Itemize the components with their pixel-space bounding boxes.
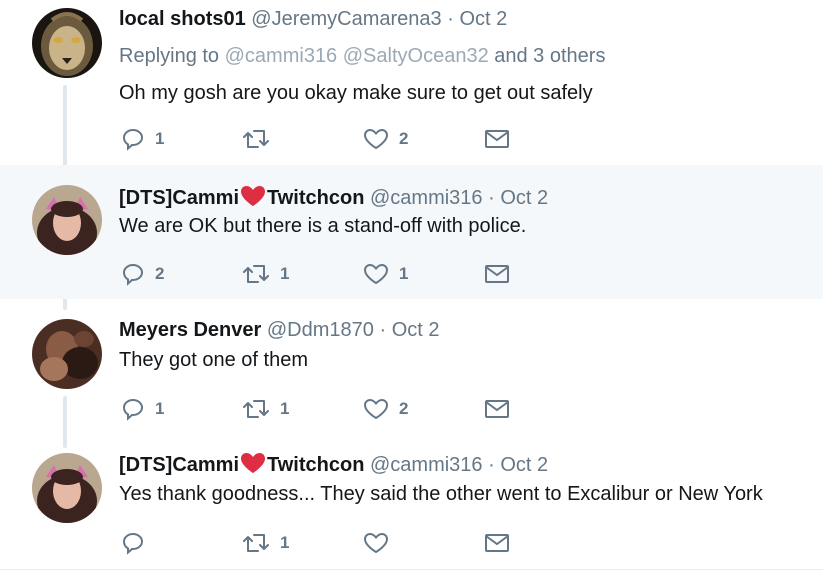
- tweet-date[interactable]: Oct 2: [500, 187, 548, 209]
- like-count: 2: [399, 129, 409, 148]
- tweet[interactable]: [DTS]Cammi Twitchcon @cammi316 · Oct 2 We…: [0, 165, 823, 299]
- reply-count: 1: [155, 399, 165, 418]
- envelope-icon: [485, 130, 509, 148]
- replying-label: Replying to: [119, 45, 220, 67]
- tweet-date[interactable]: Oct 2: [392, 319, 440, 341]
- avatar[interactable]: [32, 185, 102, 255]
- mention-link[interactable]: @cammi316: [225, 45, 338, 67]
- reply-icon: [122, 263, 144, 286]
- display-name[interactable]: Meyers Denver: [119, 319, 261, 341]
- like-button[interactable]: [363, 528, 399, 558]
- tweet-text: Oh my gosh are you okay make sure to get…: [119, 82, 593, 104]
- direct-message-button[interactable]: [484, 259, 510, 289]
- like-count: 2: [399, 399, 409, 418]
- retweet-count: 1: [280, 533, 290, 552]
- reply-button[interactable]: 2: [121, 259, 164, 289]
- tweet-date[interactable]: Oct 2: [500, 454, 548, 476]
- tweet-header: [DTS]Cammi Twitchcon @cammi316 · Oct 2: [119, 185, 548, 210]
- tweet-text: They got one of them: [119, 349, 309, 371]
- retweet-button[interactable]: 1: [242, 528, 289, 558]
- reply-button[interactable]: 1: [121, 124, 164, 154]
- retweet-button[interactable]: 1: [242, 259, 289, 289]
- reply-icon: [122, 398, 144, 421]
- reply-button[interactable]: 1: [121, 394, 164, 424]
- separator-dot: ·: [447, 8, 454, 30]
- tweet-header: local shots01 @JeremyCamarena3 · Oct 2: [119, 7, 507, 31]
- mention-link[interactable]: @SaltyOcean32: [343, 45, 489, 67]
- tweet-header: [DTS]Cammi Twitchcon @cammi316 · Oct 2: [119, 452, 548, 477]
- retweet-count: 1: [280, 264, 290, 283]
- like-button[interactable]: 1: [363, 259, 408, 289]
- avatar[interactable]: [32, 453, 102, 523]
- tweet-header: Meyers Denver @Ddm1870 · Oct 2: [119, 318, 440, 342]
- display-name[interactable]: [DTS]Cammi Twitchcon: [119, 453, 364, 476]
- direct-message-button[interactable]: [484, 528, 510, 558]
- separator-dot: ·: [488, 187, 495, 209]
- display-name[interactable]: [DTS]Cammi Twitchcon: [119, 186, 364, 209]
- avatar[interactable]: [32, 319, 102, 389]
- like-button[interactable]: 2: [363, 394, 408, 424]
- tweet-actions: 1 1 2: [121, 394, 521, 424]
- retweet-count: 1: [280, 399, 290, 418]
- tweet-actions: 1 2: [121, 124, 521, 154]
- envelope-icon: [485, 265, 509, 283]
- user-handle[interactable]: @JeremyCamarena3: [251, 8, 441, 30]
- tweet[interactable]: local shots01 @JeremyCamarena3 · Oct 2 R…: [0, 0, 823, 165]
- tweet-text: Yes thank goodness... They said the othe…: [119, 483, 763, 505]
- user-handle[interactable]: @cammi316: [370, 454, 483, 476]
- reply-button[interactable]: [121, 528, 155, 558]
- red-heart-emoji-icon: [241, 453, 266, 473]
- retweet-icon: [243, 400, 269, 418]
- tweet-text: We are OK but there is a stand-off with …: [119, 215, 527, 237]
- tweet-date[interactable]: Oct 2: [459, 8, 507, 30]
- direct-message-button[interactable]: [484, 394, 510, 424]
- envelope-icon: [485, 400, 509, 418]
- tweet-actions: 1: [121, 528, 521, 558]
- reply-count: 1: [155, 129, 165, 148]
- avatar[interactable]: [32, 8, 102, 78]
- retweet-button[interactable]: 1: [242, 394, 289, 424]
- retweet-icon: [243, 265, 269, 283]
- tweet-actions: 2 1 1: [121, 259, 521, 289]
- reply-icon: [122, 532, 144, 555]
- user-handle[interactable]: @cammi316: [370, 187, 483, 209]
- direct-message-button[interactable]: [484, 124, 510, 154]
- like-count: 1: [399, 264, 409, 283]
- tweet[interactable]: [DTS]Cammi Twitchcon @cammi316 · Oct 2 Ye…: [0, 433, 823, 571]
- display-name[interactable]: local shots01: [119, 8, 246, 30]
- heart-icon: [363, 128, 389, 150]
- bottom-divider: [0, 569, 823, 570]
- heart-icon: [363, 398, 389, 420]
- separator-dot: ·: [488, 454, 495, 476]
- reply-icon: [122, 128, 144, 151]
- retweet-button[interactable]: [242, 124, 280, 154]
- like-button[interactable]: 2: [363, 124, 408, 154]
- others-link[interactable]: and 3 others: [494, 45, 605, 67]
- replying-to: Replying to @cammi316 @SaltyOcean32 and …: [119, 44, 605, 68]
- separator-dot: ·: [379, 319, 387, 341]
- heart-icon: [363, 532, 389, 554]
- reply-count: 2: [155, 264, 165, 283]
- heart-icon: [363, 263, 389, 285]
- tweet[interactable]: Meyers Denver @Ddm1870 · Oct 2 They got …: [0, 299, 823, 433]
- user-handle[interactable]: @Ddm1870: [267, 319, 374, 341]
- retweet-icon: [243, 130, 269, 148]
- red-heart-emoji-icon: [241, 186, 266, 206]
- envelope-icon: [485, 534, 509, 552]
- retweet-icon: [243, 534, 269, 552]
